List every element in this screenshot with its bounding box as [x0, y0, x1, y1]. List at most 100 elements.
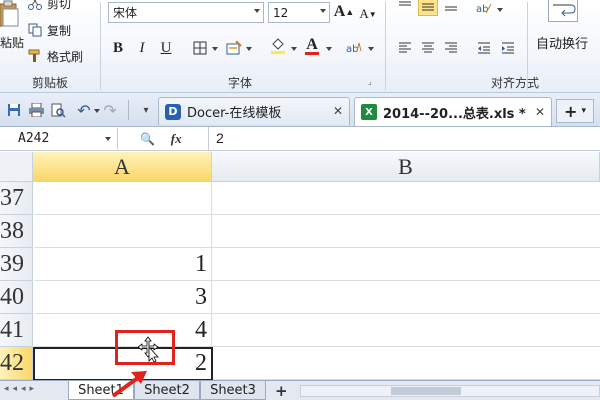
row-header[interactable]: 38 [0, 215, 33, 248]
undo-icon[interactable]: ↶ [76, 101, 92, 120]
chevron-down-icon[interactable] [212, 47, 218, 51]
copy-label: 复制 [47, 23, 72, 38]
new-tab-button[interactable]: + ▾ [556, 99, 594, 123]
decrease-indent-button[interactable] [474, 38, 494, 58]
align-bottom-button[interactable] [441, 0, 461, 16]
name-box-value: A242 [18, 131, 50, 146]
font-size-combo[interactable]: 12 [268, 2, 330, 23]
column-header-b[interactable]: B [212, 152, 600, 182]
orientation-button[interactable]: ab [474, 0, 494, 18]
cut-button[interactable]: 剪切 [28, 0, 71, 13]
select-all-corner[interactable] [0, 152, 33, 182]
align-middle-button[interactable] [418, 0, 438, 16]
close-icon[interactable]: ✕ [535, 105, 545, 119]
redo-icon[interactable]: ↷ [102, 101, 118, 120]
sheet-nav-arrows[interactable]: ◂◂◂▸ [4, 384, 38, 394]
font-name-combo[interactable]: 宋体 [108, 2, 264, 23]
row-header[interactable]: 40 [0, 281, 33, 314]
chevron-down-icon[interactable] [291, 47, 297, 51]
table-row: 39 1 [0, 248, 600, 281]
cell-b[interactable] [212, 248, 600, 281]
align-top-icon [399, 1, 411, 6]
borders-icon [193, 41, 207, 55]
chevron-down-icon[interactable] [497, 8, 503, 12]
tab-workbook[interactable]: X 2014--20...总表.xls * ✕ [354, 97, 552, 126]
customize-menu-icon[interactable]: ▾ [138, 102, 154, 118]
align-bottom-icon [445, 6, 457, 11]
horizontal-scrollbar[interactable] [300, 385, 600, 397]
cell-b[interactable] [212, 215, 600, 248]
align-right-button[interactable] [441, 38, 461, 58]
cell-a[interactable] [34, 182, 212, 215]
dialog-launcher-icon[interactable]: ⌟ [368, 77, 372, 86]
paste-label: 粘贴 [0, 36, 25, 50]
chevron-down-icon[interactable] [94, 109, 100, 113]
cell-a[interactable]: 1 [34, 248, 212, 281]
zoom-icon[interactable]: 🔍 [140, 132, 155, 146]
save-icon[interactable] [6, 102, 22, 118]
add-sheet-button[interactable]: + [275, 382, 288, 400]
text-orientation-icon: ab [476, 3, 492, 15]
row-header[interactable]: 37 [0, 182, 33, 215]
copy-button[interactable]: 复制 [28, 20, 71, 40]
close-icon[interactable]: ✕ [333, 104, 343, 118]
plus-icon: + [564, 101, 578, 121]
spreadsheet-grid[interactable]: A B 37 38 39 1 40 3 41 4 42 2 [0, 152, 600, 380]
font-color-button[interactable]: A [302, 36, 322, 56]
cell-a[interactable]: 3 [34, 281, 212, 314]
formula-tools: 🔍 fx [140, 131, 182, 147]
bold-button[interactable]: B [108, 38, 128, 58]
toolbar-divider [128, 100, 129, 120]
column-header-a[interactable]: A [33, 152, 212, 182]
copy-icon [28, 23, 42, 37]
row-header[interactable]: 42 [0, 347, 33, 380]
formula-divider [208, 127, 209, 151]
phonetic-button[interactable]: ab [344, 38, 364, 58]
align-center-button[interactable] [418, 38, 438, 58]
print-preview-icon[interactable] [50, 102, 66, 118]
underline-button[interactable]: U [156, 38, 176, 58]
insert-function-button[interactable]: fx [171, 131, 182, 146]
scissors-icon [28, 0, 42, 10]
align-middle-icon [422, 3, 434, 11]
tab-docer[interactable]: D Docer-在线模板 ✕ [158, 97, 350, 125]
chevron-down-icon[interactable] [368, 47, 374, 51]
cell-b[interactable] [212, 314, 600, 347]
cut-label: 剪切 [47, 0, 72, 11]
phonetic-icon: ab [346, 42, 362, 55]
grow-font-button[interactable]: A ▲ [334, 2, 354, 22]
chevron-down-icon[interactable] [246, 47, 252, 51]
table-row: 37 [0, 182, 600, 215]
shrink-arrow-icon: ▼ [368, 9, 377, 19]
row-header[interactable]: 41 [0, 314, 33, 347]
formula-input[interactable]: 2 [216, 130, 224, 146]
print-icon[interactable] [28, 102, 44, 118]
shrink-font-label: A [359, 6, 369, 21]
scrollbar-thumb[interactable] [391, 387, 461, 395]
borders-button[interactable] [190, 38, 210, 58]
shrink-font-button[interactable]: A ▼ [358, 4, 378, 24]
cell-a[interactable] [34, 215, 212, 248]
cell-b[interactable] [212, 347, 600, 380]
increase-indent-button[interactable] [498, 38, 518, 58]
sheet-tab-3[interactable]: Sheet3 [200, 381, 266, 400]
wrap-text-icon[interactable] [548, 0, 578, 22]
row-header[interactable]: 39 [0, 248, 33, 281]
table-row: 40 3 [0, 281, 600, 314]
format-painter-button[interactable]: 格式刷 [28, 46, 83, 66]
name-box[interactable]: A242 [0, 128, 118, 149]
cell-b[interactable] [212, 182, 600, 215]
excel-logo-icon: X [361, 104, 377, 120]
align-top-button[interactable] [395, 0, 415, 16]
paste-button[interactable]: 粘贴 [0, 0, 24, 62]
cell-b[interactable] [212, 281, 600, 314]
alignment-group-label: 对齐方式 [490, 76, 539, 90]
decrease-indent-icon [478, 42, 490, 54]
align-left-button[interactable] [395, 38, 415, 58]
fill-color-button[interactable] [268, 36, 288, 56]
cell-style-button[interactable] [224, 38, 244, 58]
wrap-text-button[interactable]: 自动换行 [536, 33, 588, 52]
document-tab-bar: ↶ ↷ ▾ D Docer-在线模板 ✕ X 2014--20...总表.xls… [0, 93, 600, 127]
italic-button[interactable]: I [132, 38, 152, 58]
chevron-down-icon[interactable] [326, 47, 332, 51]
